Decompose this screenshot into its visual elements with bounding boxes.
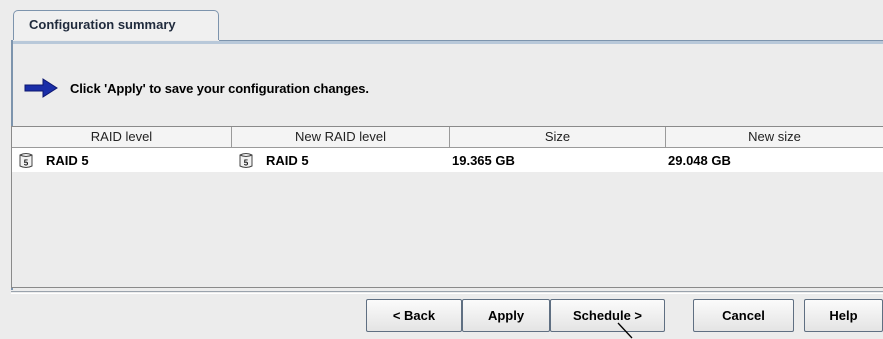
column-header-raid-level[interactable]: RAID level [12, 127, 232, 147]
raid-level-value: RAID 5 [46, 152, 89, 168]
svg-text:5: 5 [244, 158, 249, 167]
configuration-table: RAID level New RAID level Size New size … [11, 126, 883, 288]
new-size-value: 29.048 GB [668, 152, 731, 168]
column-header-size[interactable]: Size [450, 127, 666, 147]
schedule-button[interactable]: Schedule > [550, 299, 665, 332]
cell-raid-level: 5 RAID 5 [12, 152, 232, 169]
instruction-text: Click 'Apply' to save your configuration… [70, 80, 369, 96]
disk-raid5-icon: 5 [239, 152, 253, 168]
arrow-right-icon [24, 78, 58, 98]
cancel-button[interactable]: Cancel [693, 299, 794, 332]
table-row[interactable]: 5 RAID 5 5 RAID 5 19.365 GB 29.048 GB [12, 148, 883, 172]
cell-size: 19.365 GB [450, 153, 666, 168]
column-header-new-size[interactable]: New size [666, 127, 883, 147]
mouse-cursor-icon [617, 322, 633, 339]
new-raid-level-value: RAID 5 [266, 152, 309, 168]
cell-new-size: 29.048 GB [666, 153, 883, 168]
svg-text:5: 5 [24, 158, 29, 167]
table-header: RAID level New RAID level Size New size [12, 127, 883, 148]
instruction-message: Click 'Apply' to save your configuration… [24, 76, 369, 100]
panel-top-border [13, 41, 883, 44]
back-button[interactable]: < Back [366, 299, 462, 332]
button-bar-divider [11, 291, 883, 292]
cell-new-raid-level: 5 RAID 5 [232, 152, 450, 169]
tab-configuration-summary[interactable]: Configuration summary [13, 10, 219, 40]
disk-raid5-icon: 5 [19, 152, 33, 168]
help-button[interactable]: Help [804, 299, 883, 332]
apply-button[interactable]: Apply [462, 299, 550, 332]
button-bar-divider-highlight [11, 293, 883, 294]
size-value: 19.365 GB [452, 152, 515, 168]
column-header-new-raid-level[interactable]: New RAID level [232, 127, 450, 147]
